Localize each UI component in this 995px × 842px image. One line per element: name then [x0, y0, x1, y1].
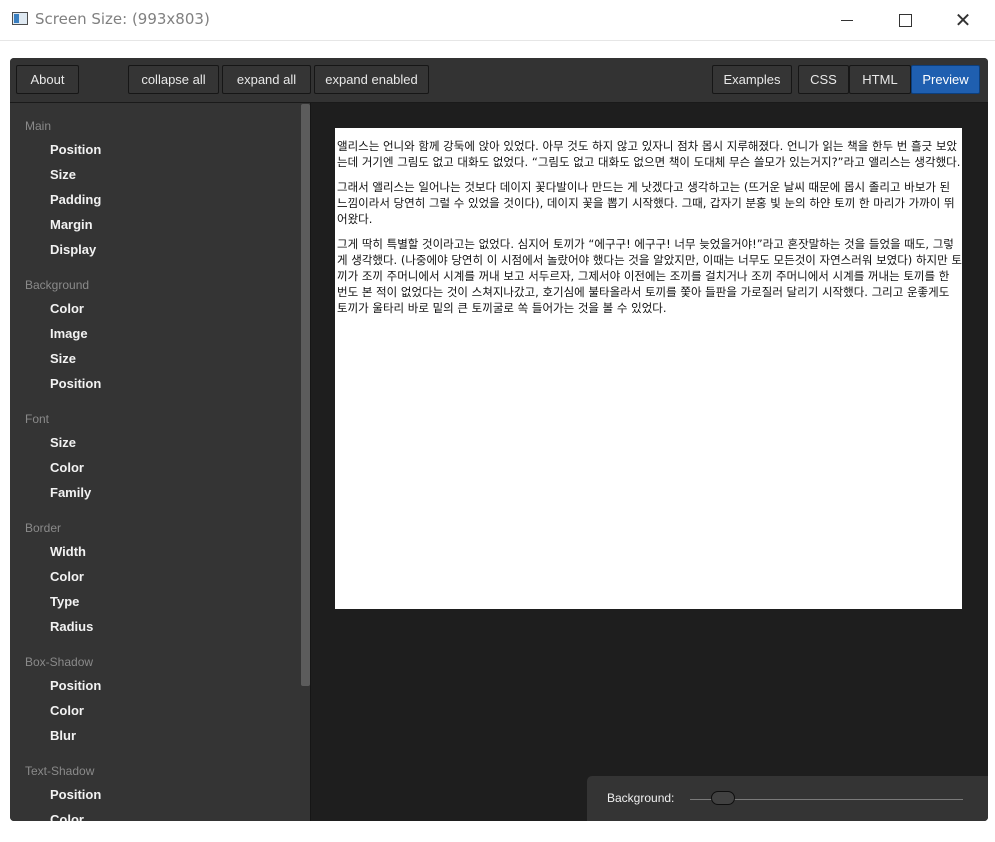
section-title-font[interactable]: Font	[25, 412, 49, 426]
toolbar: About collapse all expand all expand ena…	[10, 58, 988, 103]
background-panel: Background:	[587, 776, 988, 821]
app-icon	[12, 12, 28, 25]
sidebar-item-border-color[interactable]: Color	[50, 569, 84, 584]
sidebar-item-text-shadow-color[interactable]: Color	[50, 812, 84, 821]
section-title-border[interactable]: Border	[25, 521, 61, 535]
minimize-icon	[841, 20, 853, 21]
tab-html[interactable]: HTML	[849, 65, 911, 94]
tab-css[interactable]: CSS	[798, 65, 849, 94]
sidebar-item-main-padding[interactable]: Padding	[50, 192, 101, 207]
tab-preview[interactable]: Preview	[911, 65, 980, 94]
sidebar-item-border-type[interactable]: Type	[50, 594, 79, 609]
preview-paragraph: 앨리스는 언니와 함께 강둑에 앉아 있었다. 아무 것도 하지 않고 있자니 …	[337, 139, 961, 169]
sidebar-item-background-position[interactable]: Position	[50, 376, 101, 391]
sidebar-scrollbar[interactable]	[301, 104, 310, 686]
window-titlebar: Screen Size: (993x803) ✕	[0, 0, 995, 41]
property-sidebar: Main Position Size Padding Margin Displa…	[10, 103, 310, 821]
sidebar-item-border-radius[interactable]: Radius	[50, 619, 93, 634]
section-title-box-shadow[interactable]: Box-Shadow	[25, 655, 93, 669]
sidebar-item-box-shadow-blur[interactable]: Blur	[50, 728, 76, 743]
section-title-main[interactable]: Main	[25, 119, 51, 133]
sidebar-item-border-width[interactable]: Width	[50, 544, 86, 559]
expand-all-button[interactable]: expand all	[222, 65, 311, 94]
preview-canvas: 앨리스는 언니와 함께 강둑에 앉아 있었다. 아무 것도 하지 않고 있자니 …	[335, 128, 962, 609]
background-label: Background:	[607, 791, 675, 805]
sidebar-item-font-color[interactable]: Color	[50, 460, 84, 475]
section-title-background[interactable]: Background	[25, 278, 89, 292]
sidebar-item-box-shadow-position[interactable]: Position	[50, 678, 101, 693]
sidebar-item-font-family[interactable]: Family	[50, 485, 91, 500]
maximize-button[interactable]	[876, 0, 934, 40]
sidebar-item-main-size[interactable]: Size	[50, 167, 76, 182]
sidebar-item-background-color[interactable]: Color	[50, 301, 84, 316]
close-button[interactable]: ✕	[934, 0, 992, 40]
sidebar-item-text-shadow-position[interactable]: Position	[50, 787, 101, 802]
expand-enabled-button[interactable]: expand enabled	[314, 65, 429, 94]
minimize-button[interactable]	[818, 0, 876, 40]
window-title: Screen Size: (993x803)	[35, 10, 210, 28]
app-window: About collapse all expand all expand ena…	[10, 58, 988, 821]
sidebar-item-main-position[interactable]: Position	[50, 142, 101, 157]
background-slider-handle[interactable]	[711, 791, 735, 805]
sidebar-item-font-size[interactable]: Size	[50, 435, 76, 450]
examples-button[interactable]: Examples	[712, 65, 792, 94]
about-button[interactable]: About	[16, 65, 79, 94]
sidebar-item-background-size[interactable]: Size	[50, 351, 76, 366]
preview-paragraph: 그게 딱히 특별할 것이라고는 없었다. 심지어 토끼가 “에구구! 에구구! …	[337, 237, 962, 315]
preview-paragraph: 그래서 앨리스는 일어나는 것보다 데이지 꽃다발이나 만드는 게 낫겠다고 생…	[337, 180, 955, 226]
close-icon: ✕	[954, 8, 972, 32]
sidebar-item-main-display[interactable]: Display	[50, 242, 96, 257]
section-title-text-shadow[interactable]: Text-Shadow	[25, 764, 94, 778]
sidebar-item-main-margin[interactable]: Margin	[50, 217, 93, 232]
sidebar-item-background-image[interactable]: Image	[50, 326, 88, 341]
sidebar-item-box-shadow-color[interactable]: Color	[50, 703, 84, 718]
maximize-icon	[898, 14, 912, 27]
collapse-all-button[interactable]: collapse all	[128, 65, 219, 94]
